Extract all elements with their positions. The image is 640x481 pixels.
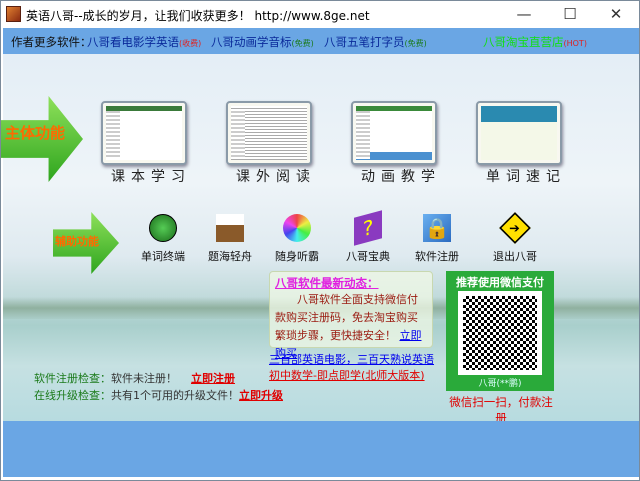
link-wubi[interactable]: 八哥五笔打字员(免费) bbox=[324, 34, 427, 50]
extra-reading-label[interactable]: 课外阅读 bbox=[236, 166, 316, 186]
news-panel: 八哥软件最新动态： 八哥软件全面支持微信付款购买注册码，免去淘宝购买繁琐步骤，更… bbox=[269, 271, 433, 360]
textbook-study-button[interactable] bbox=[101, 101, 187, 165]
wechat-pay-panel: 推荐使用微信支付 八哥(**鹏) bbox=[446, 271, 554, 391]
extra-reading-button[interactable] bbox=[226, 101, 312, 165]
news-heading: 八哥软件最新动态： bbox=[275, 276, 379, 290]
math-link[interactable]: 初中数学-即点即学(北师大版本) bbox=[269, 367, 425, 383]
bottom-bar bbox=[3, 421, 639, 477]
ladybug-icon bbox=[149, 214, 177, 242]
word-terminal-button[interactable]: 单词终端 bbox=[133, 214, 193, 264]
main-functions-label: 主体功能 bbox=[5, 124, 66, 142]
news-body: 八哥软件全面支持微信付款购买注册码，免去淘宝购买繁琐步骤，更快捷安全！ bbox=[275, 293, 418, 342]
close-button[interactable]: ✕ bbox=[593, 1, 639, 28]
register-status: 软件注册检查：软件未注册！ 立即注册 bbox=[34, 372, 235, 385]
title-bar: 英语八哥--成长的岁月，让我们收获更多！ http://www.8ge.net … bbox=[1, 1, 639, 28]
exit-button[interactable]: ➔ 退出八哥 bbox=[485, 212, 545, 264]
word-memorize-button[interactable] bbox=[476, 101, 562, 165]
walkman-button[interactable]: 随身听霸 bbox=[267, 214, 327, 264]
book-icon: ? bbox=[354, 210, 382, 246]
cd-icon bbox=[283, 214, 311, 242]
minimize-button[interactable]: — bbox=[501, 1, 547, 28]
boat-icon bbox=[216, 214, 244, 242]
movie-english-link[interactable]: 三百部英语电影，三百天熟说英语 bbox=[269, 351, 434, 367]
wechat-payee: 八哥(**鹏) bbox=[478, 379, 522, 389]
bage-dictionary-button[interactable]: ? 八哥宝典 bbox=[338, 210, 398, 264]
more-software-label: 作者更多软件： bbox=[11, 35, 92, 49]
wechat-pay-title: 推荐使用微信支付 bbox=[456, 276, 544, 289]
app-window: 英语八哥--成长的岁月，让我们收获更多！ http://www.8ge.net … bbox=[0, 0, 640, 481]
animation-teaching-label[interactable]: 动画教学 bbox=[361, 166, 441, 186]
update-status: 在线升级检查：共有1个可用的升级文件！立即升级 bbox=[34, 389, 283, 402]
exercise-boat-button[interactable]: 题海轻舟 bbox=[200, 214, 260, 264]
app-icon bbox=[6, 6, 21, 22]
word-memorize-label[interactable]: 单词速记 bbox=[486, 166, 566, 186]
exit-sign-icon: ➔ bbox=[499, 212, 531, 244]
maximize-button[interactable]: ☐ bbox=[547, 1, 593, 28]
link-taobao-store[interactable]: 八哥淘宝直营店(HOT) bbox=[483, 34, 587, 50]
textbook-study-label[interactable]: 课本学习 bbox=[111, 166, 191, 186]
register-now-link[interactable]: 立即注册 bbox=[191, 372, 235, 385]
link-phonetics[interactable]: 八哥动画学音标(免费) bbox=[211, 34, 314, 50]
animation-teaching-button[interactable] bbox=[351, 101, 437, 165]
lock-icon: 🔒 bbox=[423, 214, 451, 242]
update-now-link[interactable]: 立即升级 bbox=[239, 389, 283, 402]
more-software-bar: 作者更多软件： 八哥看电影学英语(收费) 八哥动画学音标(免费) 八哥五笔打字员… bbox=[3, 28, 639, 54]
qr-code bbox=[458, 291, 542, 375]
aux-functions-label: 辅助功能 bbox=[55, 235, 99, 248]
link-movie-english[interactable]: 八哥看电影学英语(收费) bbox=[87, 34, 201, 50]
software-register-button[interactable]: 🔒 软件注册 bbox=[407, 214, 467, 264]
window-title: 英语八哥--成长的岁月，让我们收获更多！ http://www.8ge.net bbox=[26, 9, 370, 23]
